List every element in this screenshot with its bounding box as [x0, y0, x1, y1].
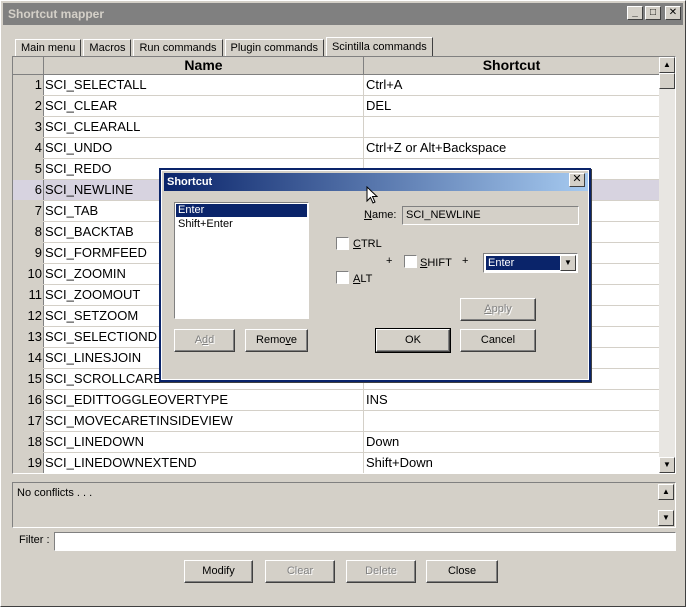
row-number: 9 — [13, 243, 44, 263]
row-number: 3 — [13, 117, 44, 137]
command-name: SCI_CLEAR — [44, 96, 364, 116]
dialog-title: Shortcut — [167, 176, 213, 188]
command-name: SCI_LINEDOWN — [44, 432, 364, 452]
command-name: SCI_LINEDOWNEXTEND — [44, 453, 364, 473]
command-shortcut — [364, 117, 660, 137]
scroll-up-arrow-icon[interactable]: ▲ — [659, 57, 675, 73]
table-row[interactable]: 3 SCI_CLEARALL — [13, 117, 660, 138]
tab-main-menu[interactable]: Main menu — [15, 39, 82, 57]
conflicts-text: No conflicts . . . — [17, 487, 93, 499]
apply-button[interactable]: Apply — [460, 298, 536, 321]
ctrl-checkbox[interactable] — [336, 237, 349, 250]
cancel-button[interactable]: Cancel — [460, 329, 536, 352]
tab-bar: Main menu Macros Run commands Plugin comman… — [15, 37, 435, 58]
row-number: 18 — [13, 432, 44, 452]
row-number: 14 — [13, 348, 44, 368]
grid-header: Name Shortcut — [13, 57, 660, 75]
tab-plugin-commands[interactable]: Plugin commands — [224, 39, 324, 57]
clear-button[interactable]: Clear — [265, 560, 335, 583]
table-row[interactable]: 17 SCI_MOVECARETINSIDEVIEW — [13, 411, 660, 432]
filter-input[interactable] — [54, 532, 676, 551]
key-combobox[interactable]: Enter ▼ — [483, 253, 578, 273]
row-number: 17 — [13, 411, 44, 431]
tab-run-commands[interactable]: Run commands — [133, 39, 223, 57]
scroll-thumb[interactable] — [659, 73, 675, 89]
row-number: 7 — [13, 201, 44, 221]
ok-button[interactable]: OK — [375, 328, 451, 353]
row-number: 13 — [13, 327, 44, 347]
scroll-down-arrow-icon[interactable]: ▼ — [659, 457, 675, 473]
remove-button[interactable]: Remove — [245, 329, 308, 352]
command-shortcut: Ctrl+A — [364, 75, 660, 95]
plus-sign: + — [386, 255, 393, 267]
row-number: 12 — [13, 306, 44, 326]
row-number: 5 — [13, 159, 44, 179]
name-field: SCI_NEWLINE — [402, 206, 579, 225]
filter-label: Filter : — [19, 534, 50, 546]
table-row[interactable]: 4 SCI_UNDO Ctrl+Z or Alt+Backspace — [13, 138, 660, 159]
table-row[interactable]: 18 SCI_LINEDOWN Down — [13, 432, 660, 453]
window-title: Shortcut mapper — [8, 7, 105, 21]
conflicts-box: No conflicts . . . ▲ ▼ — [12, 482, 676, 528]
tab-macros[interactable]: Macros — [83, 39, 132, 57]
name-label: Name: — [364, 209, 397, 221]
row-number: 8 — [13, 222, 44, 242]
plus-sign-2: + — [462, 255, 469, 267]
alt-checkbox[interactable] — [336, 271, 349, 284]
command-shortcut: INS — [364, 390, 660, 410]
command-shortcut: DEL — [364, 96, 660, 116]
table-row[interactable]: 1 SCI_SELECTALL Ctrl+A — [13, 75, 660, 96]
window-titlebar: Shortcut mapper _ □ ✕ — [3, 3, 683, 25]
ctrl-label: CTRL — [353, 238, 382, 250]
command-shortcut: Shift+Down — [364, 453, 660, 473]
conflicts-scroll-up-icon[interactable]: ▲ — [658, 484, 674, 500]
mouse-pointer-icon — [366, 186, 378, 204]
shift-checkbox[interactable] — [404, 255, 417, 268]
delete-button[interactable]: Delete — [346, 560, 416, 583]
row-number: 4 — [13, 138, 44, 158]
shortcut-listbox[interactable]: Enter Shift+Enter — [174, 202, 309, 319]
key-combobox-value: Enter — [485, 255, 561, 271]
command-shortcut: Down — [364, 432, 660, 452]
table-row[interactable]: 16 SCI_EDITTOGGLEOVERTYPE INS — [13, 390, 660, 411]
grid-header-shortcut[interactable]: Shortcut — [364, 57, 660, 75]
dialog-close-icon[interactable]: ✕ — [569, 173, 585, 187]
command-name: SCI_EDITTOGGLEOVERTYPE — [44, 390, 364, 410]
list-item[interactable]: Enter — [176, 204, 307, 217]
row-number: 11 — [13, 285, 44, 305]
grid-vertical-scrollbar[interactable]: ▲ ▼ — [659, 57, 675, 473]
command-shortcut — [364, 411, 660, 431]
minimize-button[interactable]: _ — [627, 6, 643, 20]
tab-scintilla-commands[interactable]: Scintilla commands — [325, 37, 433, 58]
alt-label: ALT — [353, 273, 373, 285]
close-window-button[interactable]: ✕ — [665, 6, 681, 20]
shift-label: SHIFT — [420, 257, 452, 269]
window-controls: _ □ ✕ — [627, 6, 681, 20]
conflicts-scroll-down-icon[interactable]: ▼ — [658, 510, 674, 526]
row-number: 15 — [13, 369, 44, 389]
chevron-down-icon[interactable]: ▼ — [560, 255, 576, 271]
table-row[interactable]: 19 SCI_LINEDOWNEXTEND Shift+Down — [13, 453, 660, 473]
grid-header-number — [13, 57, 44, 75]
command-name: SCI_UNDO — [44, 138, 364, 158]
modify-button[interactable]: Modify — [184, 560, 253, 583]
row-number: 2 — [13, 96, 44, 116]
row-number: 19 — [13, 453, 44, 473]
command-name: SCI_CLEARALL — [44, 117, 364, 137]
add-button[interactable]: Add — [174, 329, 235, 352]
command-shortcut: Ctrl+Z or Alt+Backspace — [364, 138, 660, 158]
row-number: 10 — [13, 264, 44, 284]
row-number: 6 — [13, 180, 44, 200]
grid-header-name[interactable]: Name — [44, 57, 364, 75]
close-button[interactable]: Close — [426, 560, 498, 583]
command-name: SCI_SELECTALL — [44, 75, 364, 95]
table-row[interactable]: 2 SCI_CLEAR DEL — [13, 96, 660, 117]
row-number: 16 — [13, 390, 44, 410]
row-number: 1 — [13, 75, 44, 95]
list-item[interactable]: Shift+Enter — [176, 218, 307, 231]
command-name: SCI_MOVECARETINSIDEVIEW — [44, 411, 364, 431]
maximize-button[interactable]: □ — [645, 6, 661, 20]
